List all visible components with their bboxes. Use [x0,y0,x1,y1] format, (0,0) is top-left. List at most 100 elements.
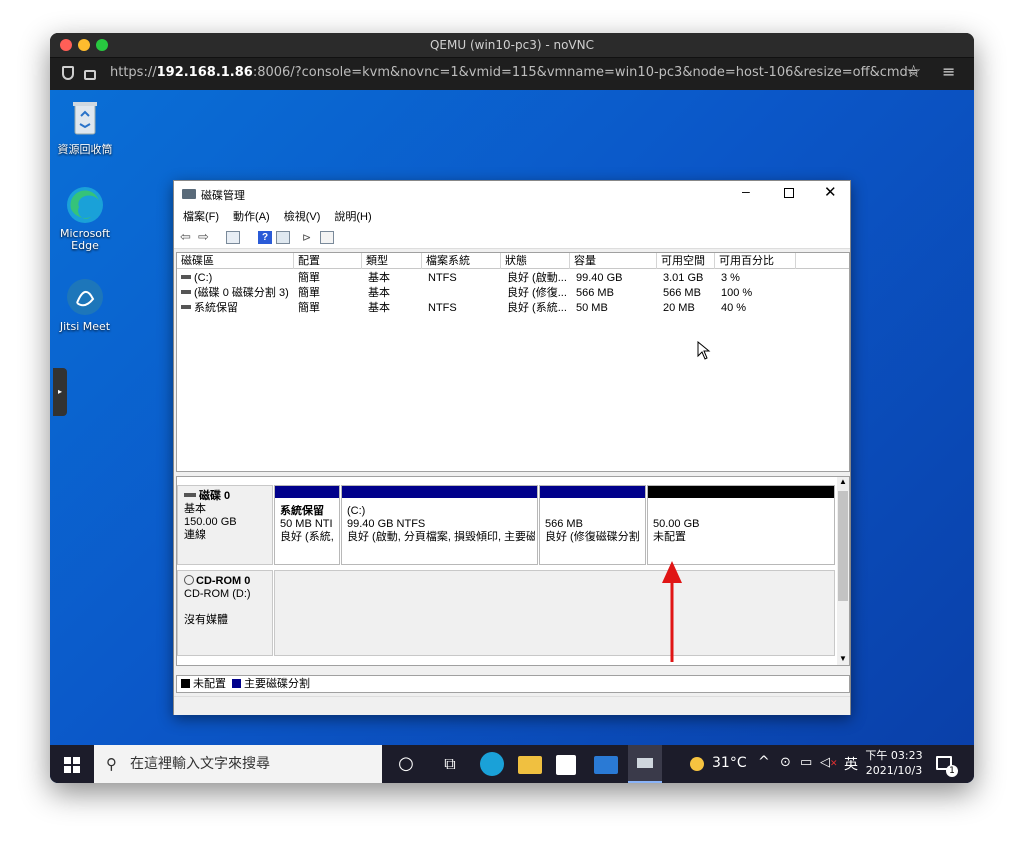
partition-line2: 未配置 [653,531,686,543]
window-title: QEMU (win10-pc3) - noVNC [429,38,594,52]
column-header[interactable]: 可用百分比 [715,253,796,269]
menu-action[interactable]: 動作(A) [226,207,277,227]
desktop-icon-recycle-bin[interactable]: 資源回收筒 [50,98,120,157]
column-header[interactable]: 配置 [294,253,362,269]
menu-help[interactable]: 說明(H) [327,207,378,227]
disk0-name: 磁碟 0 [199,490,231,502]
cortana-icon[interactable]: ○ [394,752,418,776]
mail-icon[interactable] [594,756,618,774]
chevron-up-icon[interactable]: ^ [758,754,770,770]
partition-recovery[interactable]: 566 MB 良好 (修復磁碟分割 [539,485,646,565]
column-header[interactable]: 檔案系統 [422,253,501,269]
ime-indicator[interactable]: 英 [844,754,858,774]
partition-line1: 50 MB NTI [280,518,333,530]
partition-title [653,505,832,518]
maximize-icon[interactable] [784,188,794,198]
legend-unallocated: 未配置 [193,678,226,690]
console-icon[interactable] [276,231,290,244]
volume-layout: 簡單 [298,287,320,299]
desktop-icon-edge[interactable]: Microsoft Edge [50,185,120,252]
volume-list-header: 磁碟區 配置 類型 檔案系統 狀態 容量 可用空間 可用百分比 [177,253,849,269]
scroll-up-icon[interactable]: ▲ [837,477,849,486]
help-icon[interactable]: ? [258,231,272,244]
volume-icon [181,275,191,279]
menu-file[interactable]: 檔案(F) [176,207,226,227]
windows-start-icon[interactable] [64,757,80,773]
primary-swatch [232,679,241,688]
volume-pct: 100 % [721,287,753,299]
column-header[interactable]: 磁碟區 [177,253,294,269]
taskbar-search-box[interactable]: ⚲ 在這裡輸入文字來搜尋 [94,745,382,783]
properties-icon[interactable] [226,231,240,244]
partition-bar [540,486,645,498]
disk0-state: 連線 [184,529,206,541]
bookmark-star-icon[interactable]: ☆ [906,62,921,82]
forward-arrow-icon[interactable]: ⇨ [198,229,212,244]
vertical-scrollbar[interactable]: ▲ ▼ [837,477,849,665]
column-header[interactable]: 容量 [570,253,657,269]
close-icon[interactable]: ✕ [824,183,837,201]
search-icon: ⚲ [106,755,117,773]
clock-time: 下午 03:23 [865,749,923,762]
volume-type: 基本 [368,272,390,284]
display-icon[interactable]: ▭ [800,755,812,770]
volume-type: 基本 [368,302,390,314]
url-text[interactable]: https://192.168.1.86:8006/?console=kvm&n… [110,65,919,80]
file-explorer-icon[interactable] [518,756,542,774]
store-icon[interactable] [556,755,576,775]
column-header[interactable]: 狀態 [501,253,570,269]
disk-graphical-view: 磁碟 0 基本 150.00 GB 連線 系統保留 50 MB NTI 良好 (系統… [176,476,850,666]
zoom-window-button[interactable] [96,39,108,51]
network-icon[interactable]: ⊙ [780,755,791,770]
partition-line2: 良好 (啟動, 分頁檔案, 損毀傾印, 主要磁 [347,531,535,543]
back-arrow-icon[interactable]: ⇦ [180,229,194,244]
partition-line1: 566 MB [545,518,583,530]
speaker-muted-icon[interactable]: ◁✕ [820,755,838,770]
weather-icon[interactable] [690,757,704,771]
partition-c[interactable]: (C:) 99.40 GB NTFS 良好 (啟動, 分頁檔案, 損毀傾印, 主要磁 [341,485,538,565]
column-header[interactable]: 可用空間 [657,253,715,269]
desktop-icon-label: Microsoft Edge [59,227,111,252]
scroll-thumb[interactable] [838,491,848,601]
menu-icon[interactable]: ≡ [942,62,955,81]
minimize-window-button[interactable] [78,39,90,51]
partition-unallocated[interactable]: 50.00 GB 未配置 [647,485,835,565]
windows-taskbar: ⚲ 在這裡輸入文字來搜尋 ○ ⧉ 31°C ^ ⊙ ▭ ◁✕ 英 下午 03:2… [50,745,974,783]
weather-temp[interactable]: 31°C [712,755,747,771]
volume-capacity: 50 MB [576,302,608,314]
edge-taskbar-icon[interactable] [480,752,504,776]
partition-line1: 50.00 GB [653,518,700,530]
disk0-label[interactable]: 磁碟 0 基本 150.00 GB 連線 [177,485,273,565]
menu-view[interactable]: 檢視(V) [277,207,328,227]
scroll-down-icon[interactable]: ▼ [837,654,849,663]
disk-management-window: 磁碟管理 – ✕ 檔案(F) 動作(A) 檢視(V) 說明(H) ⇦ ⇨ ? ⊳ 磁碟… [173,180,851,715]
rescan-icon[interactable]: ⊳ [302,231,316,244]
partition-line2: 良好 (修復磁碟分割 [545,531,640,543]
column-header[interactable]: 類型 [362,253,422,269]
search-placeholder: 在這裡輸入文字來搜尋 [130,756,270,772]
table-row[interactable]: (磁碟 0 磁碟分割 3) 簡單 基本 良好 (修復... 566 MB 566… [177,286,849,301]
dm-title-text: 磁碟管理 [201,190,245,202]
red-arrow-annotation [662,561,682,662]
partition-system-reserved[interactable]: 系統保留 50 MB NTI 良好 (系統, [274,485,340,565]
novnc-control-bar-handle[interactable]: ▸ [53,368,67,416]
clock[interactable]: 下午 03:23 2021/10/3 [864,748,924,778]
task-view-icon[interactable]: ⧉ [438,752,462,776]
volume-name: (磁碟 0 磁碟分割 3) [194,287,289,299]
partition-line2: 良好 (系統, [280,531,334,543]
minimize-icon[interactable]: – [742,183,750,199]
disk-management-taskbar-icon[interactable] [628,745,662,783]
volume-status: 良好 (修復... [507,287,567,299]
list-view-icon[interactable] [320,231,334,244]
table-row[interactable]: 系統保留 簡單 基本 NTFS 良好 (系統... 50 MB 20 MB 40… [177,301,849,316]
address-bar[interactable]: https://192.168.1.86:8006/?console=kvm&n… [50,57,974,89]
desktop-icon-jitsi[interactable]: Jitsi Meet [50,277,120,333]
lock-icon[interactable] [84,70,96,80]
cdrom-label[interactable]: CD-ROM 0 CD-ROM (D:) 沒有媒體 [177,570,273,656]
volume-name: (C:) [194,272,213,284]
close-window-button[interactable] [60,39,72,51]
shield-icon[interactable] [62,66,74,80]
volume-name: 系統保留 [194,302,238,314]
table-row[interactable]: (C:) 簡單 基本 NTFS 良好 (啟動... 99.40 GB 3.01 … [177,271,849,286]
unallocated-swatch [181,679,190,688]
